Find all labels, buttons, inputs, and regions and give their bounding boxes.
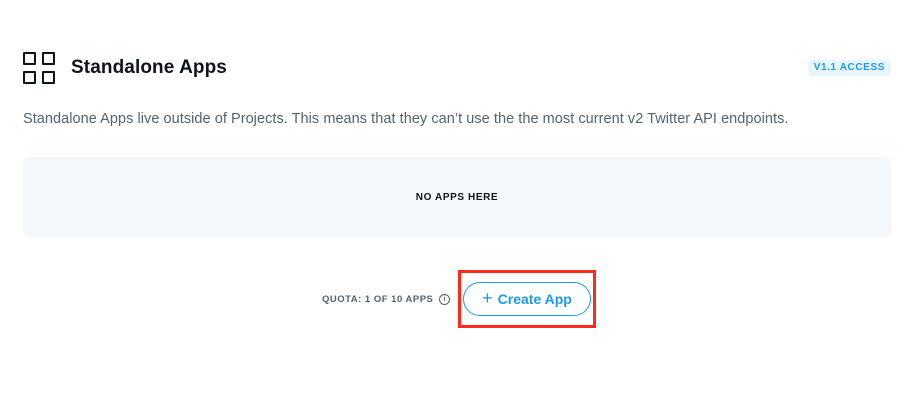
standalone-apps-section: Standalone Apps V1.1 ACCESS Standalone A…	[0, 0, 922, 405]
apps-list-panel: NO APPS HERE	[23, 157, 891, 237]
section-title: Standalone Apps	[71, 57, 227, 78]
empty-state-message: NO APPS HERE	[415, 191, 499, 203]
info-icon[interactable]: i	[439, 294, 451, 305]
grid-cell	[42, 52, 55, 65]
create-app-label: Create App	[497, 291, 572, 307]
grid-cell	[23, 71, 36, 84]
access-badge: V1.1 ACCESS	[807, 60, 891, 76]
quota-label: QUOTA: 1 OF 10 APPS	[322, 294, 434, 305]
quota-indicator: QUOTA: 1 OF 10 APPS i	[322, 294, 451, 305]
apps-grid-icon	[23, 52, 55, 84]
create-app-button[interactable]: + Create App	[463, 282, 591, 316]
grid-cell	[42, 71, 55, 84]
section-description: Standalone Apps live outside of Projects…	[23, 111, 789, 127]
plus-icon: +	[482, 288, 493, 308]
section-header: Standalone Apps V1.1 ACCESS	[23, 51, 891, 85]
grid-cell	[23, 52, 36, 65]
apps-footer: QUOTA: 1 OF 10 APPS i + Create App	[0, 268, 922, 330]
